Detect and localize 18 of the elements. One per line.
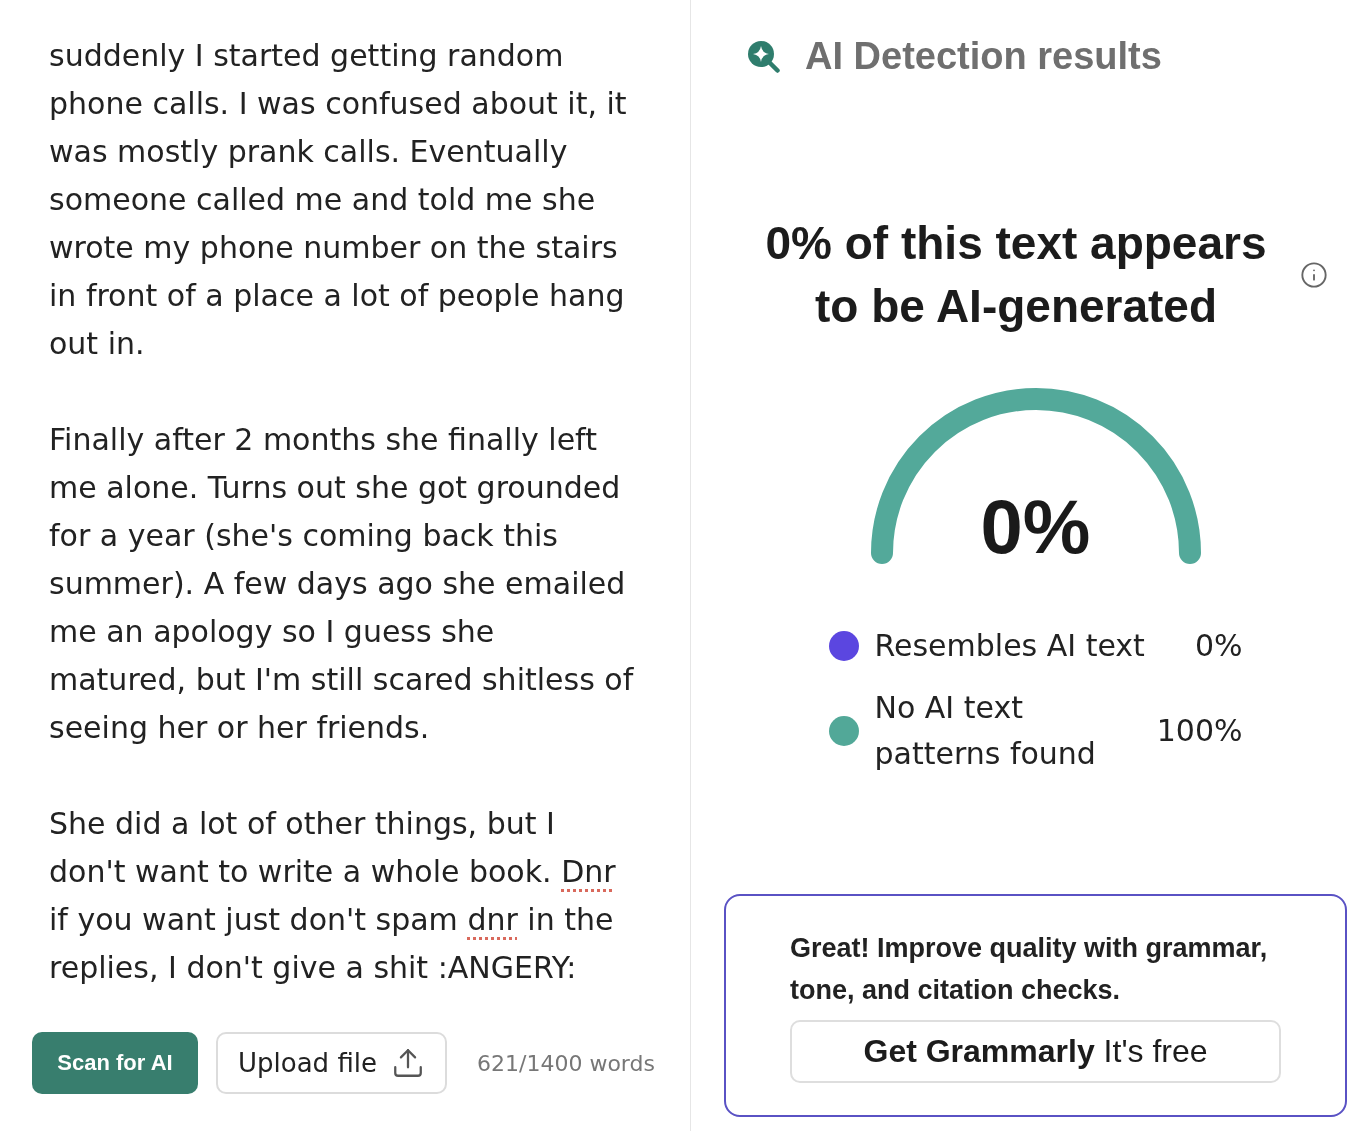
legend-value: 0% <box>1194 627 1243 665</box>
legend-value: 100% <box>1156 712 1243 750</box>
upload-icon <box>391 1046 425 1080</box>
magnifier-sparkle-icon <box>747 39 780 73</box>
promo-text: Great! Improve quality with grammar, tone, and citation checks. <box>790 932 1269 1007</box>
upload-file-button[interactable]: Upload file <box>216 1032 447 1094</box>
legend-label: Resembles AI text <box>874 627 1146 665</box>
panel-title: AI Detection results <box>805 34 1162 78</box>
text-paragraph: suddenly I started getting random phone calls. I was confused about it, it was mostly prank calls. Eventually someone called me and told me she wrote my phone number on the stairs in front of a place a lot of people hang out in. <box>49 37 628 363</box>
legend-label: No AI text patterns found <box>874 689 1097 773</box>
info-icon[interactable] <box>1300 261 1328 289</box>
text-paragraph: Finally after 2 months she finally left me alone. Turns out she got grounded for a year (she's coming back this summer). A few days ago she emailed me an apology so I guess she matured, but I'm still scared shitless of seeing her or her friends. <box>49 421 635 747</box>
word-count: 621/1400 words <box>477 1050 655 1076</box>
result-headline: 0% of this text appears to be AI-generated <box>764 216 1268 334</box>
score-value: 0% <box>980 489 1091 565</box>
get-grammarly-button[interactable]: Get Grammarly It's free <box>790 1020 1281 1083</box>
text-paragraph: She did a lot of other things, but I don't want to write a whole book. Dnr if you want just don't spam dnr in the replies, I don't give a shit :ANGERY: <box>49 805 617 987</box>
scan-button[interactable]: Scan for AI <box>32 1032 198 1094</box>
